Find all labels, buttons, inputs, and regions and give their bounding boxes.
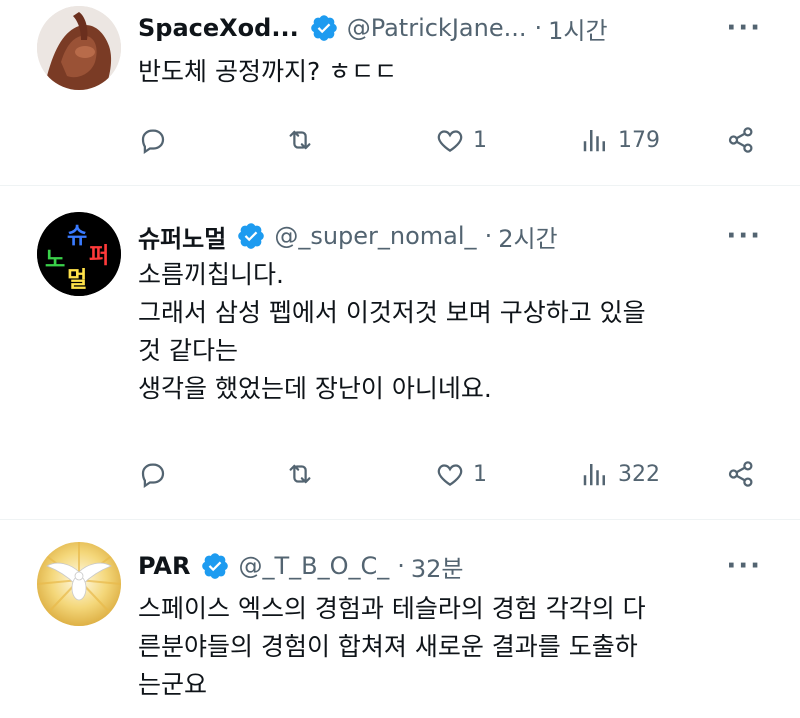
- tweet-header: PAR @_T_B_O_C_ · 32분: [138, 546, 464, 586]
- like-count: 1: [473, 461, 487, 487]
- views-button[interactable]: 322: [580, 454, 660, 494]
- tweet-text: 소름끼칩니다. 그래서 삼성 펩에서 이것저것 보며 구상하고 있을 것 같다는…: [138, 260, 646, 403]
- view-count: 179: [618, 127, 660, 153]
- timestamp[interactable]: 32분: [411, 549, 464, 584]
- avatar-char-left: 노: [45, 248, 66, 273]
- heart-icon: [437, 464, 463, 486]
- separator-dot: ·: [534, 14, 543, 42]
- retweet-button[interactable]: [285, 120, 323, 160]
- verified-badge-icon: [202, 553, 229, 579]
- avatar[interactable]: 슈 퍼 노 멀: [37, 212, 121, 296]
- display-name[interactable]: 슈퍼노멀: [138, 219, 226, 254]
- avatar-char-top: 슈: [67, 224, 88, 249]
- tweet-3[interactable]: PAR @_T_B_O_C_ · 32분 ··· 스페이스 엑스의 경험과 테슬…: [0, 520, 800, 718]
- share-button[interactable]: [726, 120, 756, 160]
- user-handle[interactable]: @_super_nomal_: [274, 222, 476, 250]
- reply-icon: [141, 129, 165, 154]
- avatar[interactable]: [37, 6, 121, 90]
- share-icon: [728, 127, 753, 153]
- action-bar: 1 179: [138, 120, 766, 160]
- user-handle[interactable]: @_T_B_O_C_: [238, 552, 389, 580]
- action-bar: 1 322: [138, 454, 766, 494]
- share-button[interactable]: [726, 454, 756, 494]
- retweet-button[interactable]: [285, 454, 323, 494]
- display-name[interactable]: PAR: [138, 552, 190, 580]
- tweet-text: 스페이스 엑스의 경험과 테슬라의 경험 각각의 다 른분야들의 경험이 합쳐져…: [138, 594, 646, 699]
- timestamp[interactable]: 1시간: [548, 11, 607, 46]
- avatar-char-right: 퍼: [89, 244, 110, 269]
- heart-icon: [437, 130, 463, 152]
- tweet-2[interactable]: 슈 퍼 노 멀 슈퍼노멀 @_super_nomal_ · 2시간 ··· 소름…: [0, 186, 800, 520]
- like-button[interactable]: 1: [435, 454, 487, 494]
- like-button[interactable]: 1: [435, 120, 487, 160]
- tweet-1[interactable]: SpaceXod... @PatrickJane... · 1시간 ··· 반도…: [0, 0, 800, 186]
- reply-button[interactable]: [138, 454, 176, 494]
- dove-sunburst-avatar: [37, 542, 121, 626]
- separator-dot: ·: [397, 552, 405, 580]
- tweet-header: 슈퍼노멀 @_super_nomal_ · 2시간: [138, 216, 558, 256]
- share-icon: [728, 461, 753, 487]
- analytics-icon: [583, 130, 605, 152]
- view-count: 322: [618, 461, 660, 487]
- tweet-text: 반도체 공정까지? ㅎㄷㄷ: [138, 57, 398, 86]
- avatar[interactable]: [37, 542, 121, 626]
- more-options-icon[interactable]: ···: [726, 8, 762, 48]
- reply-button[interactable]: [138, 120, 176, 160]
- separator-dot: ·: [484, 222, 493, 250]
- views-button[interactable]: 179: [580, 120, 660, 160]
- tweet-header: SpaceXod... @PatrickJane... · 1시간: [138, 8, 608, 48]
- verified-badge-icon: [310, 15, 337, 41]
- more-options-icon[interactable]: ···: [726, 546, 762, 586]
- hands-photo-avatar: [37, 6, 121, 90]
- avatar-char-bottom: 멀: [67, 268, 88, 293]
- like-count: 1: [473, 127, 487, 153]
- verified-badge-icon: [238, 223, 265, 249]
- timestamp[interactable]: 2시간: [498, 219, 557, 254]
- more-options-icon[interactable]: ···: [726, 216, 762, 256]
- display-name[interactable]: SpaceXod...: [138, 14, 299, 42]
- reply-icon: [141, 463, 165, 488]
- analytics-icon: [583, 464, 605, 486]
- retweet-icon: [289, 130, 311, 150]
- user-handle[interactable]: @PatrickJane...: [347, 14, 527, 42]
- retweet-icon: [289, 464, 311, 484]
